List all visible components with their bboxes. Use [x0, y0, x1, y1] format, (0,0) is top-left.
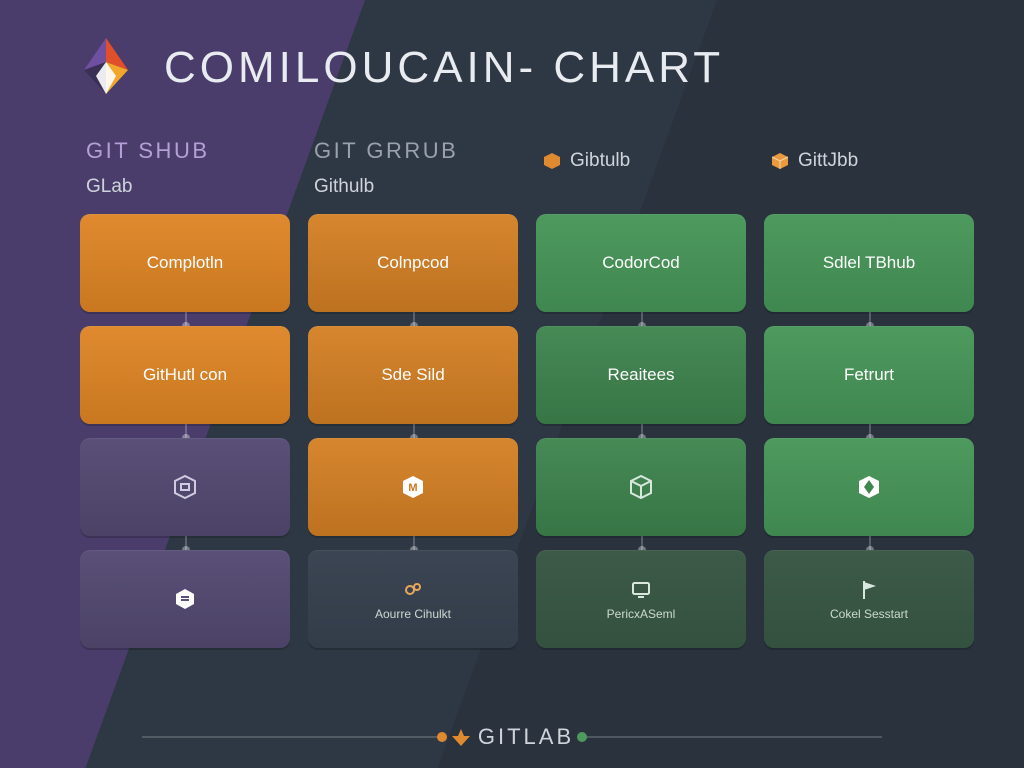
card-r1c0[interactable]: GitHutl con	[80, 326, 290, 424]
card-r3c3[interactable]: Cokel Sesstart	[764, 550, 974, 648]
cube-orange-icon	[770, 151, 790, 171]
footer-line-right	[582, 736, 882, 738]
card-r2c3[interactable]	[764, 438, 974, 536]
col-1: GIT GRRUB Githulb	[308, 138, 518, 208]
hex-stack-icon	[172, 586, 198, 612]
monitor-icon	[628, 577, 654, 603]
card-r0c0[interactable]: Complotln	[80, 214, 290, 312]
column-headers: GIT SHUB GLab GIT GRRUB Githulb Gibtulb …	[0, 104, 1024, 208]
hex-box-icon	[172, 474, 198, 500]
card-r2c2[interactable]	[536, 438, 746, 536]
flag-icon	[856, 577, 882, 603]
footer-brand: GITLAB	[450, 724, 574, 750]
card-r2c0[interactable]	[80, 438, 290, 536]
footer: GITLAB	[0, 724, 1024, 750]
col-2-sub: Gibtulb	[536, 146, 746, 182]
card-r0c2[interactable]: CodorCod	[536, 214, 746, 312]
card-r1c2[interactable]: Reaitees	[536, 326, 746, 424]
gears-icon	[400, 577, 426, 603]
col-2-top	[536, 138, 746, 146]
col-3: GittJbb	[764, 138, 974, 208]
footer-line-left	[142, 736, 442, 738]
svg-text:M: M	[408, 482, 417, 494]
hex-m-icon: M	[400, 474, 426, 500]
hex-cube-icon	[628, 474, 654, 500]
col-2: Gibtulb	[536, 138, 746, 208]
col-0-top: GIT SHUB	[80, 138, 290, 172]
card-r0c3[interactable]: Sdlel TBhub	[764, 214, 974, 312]
app-logo-icon	[70, 32, 142, 104]
feature-grid: Complotln Colnpcod CodorCod Sdlel TBhub …	[0, 208, 1024, 648]
col-3-sub: GittJbb	[764, 146, 974, 182]
col-0: GIT SHUB GLab	[80, 138, 290, 208]
header: COMILOUCAIN- CHART	[0, 0, 1024, 104]
card-r1c1[interactable]: Sde Sild	[308, 326, 518, 424]
hex-orange-icon	[542, 151, 562, 171]
card-r3c2[interactable]: PericxASeml	[536, 550, 746, 648]
card-r3c0[interactable]	[80, 550, 290, 648]
col-1-sub: Githulb	[308, 172, 518, 208]
page-title: COMILOUCAIN- CHART	[164, 43, 724, 93]
gitlab-logo-icon	[450, 726, 472, 748]
card-r0c1[interactable]: Colnpcod	[308, 214, 518, 312]
col-3-top	[764, 138, 974, 146]
col-1-top: GIT GRRUB	[308, 138, 518, 172]
col-0-sub: GLab	[80, 172, 290, 208]
card-r2c1[interactable]: M	[308, 438, 518, 536]
card-r3c1[interactable]: Aourre Cihulkt	[308, 550, 518, 648]
card-r1c3[interactable]: Fetrurt	[764, 326, 974, 424]
hex-leaf-icon	[856, 474, 882, 500]
